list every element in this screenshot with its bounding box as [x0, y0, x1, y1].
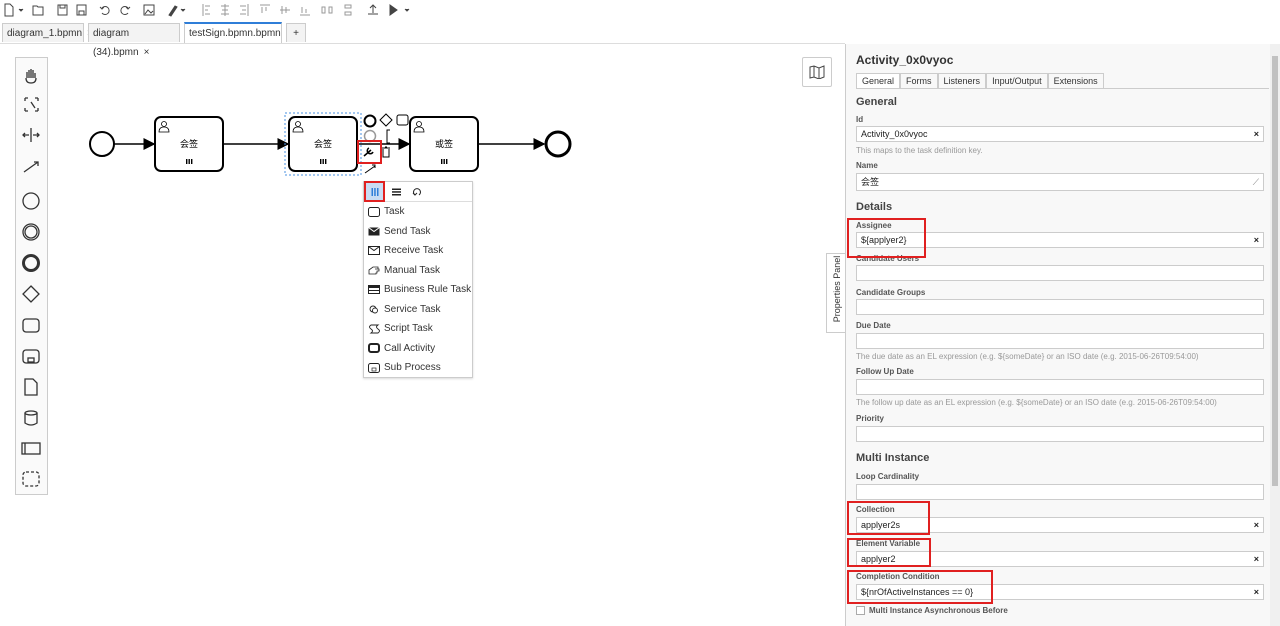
menu-item-business-rule-task[interactable]: Business Rule Task — [364, 280, 472, 300]
receive-task-icon — [364, 246, 384, 256]
menu-item-label: Receive Task — [384, 245, 444, 257]
due-date-label: Due Date — [856, 321, 891, 330]
loop-icon[interactable] — [408, 183, 426, 200]
delete-icon[interactable] — [382, 146, 390, 158]
menu-item-manual-task[interactable]: Manual Task — [364, 261, 472, 281]
menu-item-script-task[interactable]: Script Task — [364, 319, 472, 339]
loop-cardinality-label: Loop Cardinality — [856, 472, 920, 481]
candidate-users-input[interactable] — [856, 265, 1264, 281]
tab-input-output[interactable]: Input/Output — [986, 73, 1048, 89]
name-textarea[interactable]: 会签 ⟋ — [856, 173, 1264, 191]
section-details: Details — [856, 201, 893, 213]
async-before-label: Multi Instance Asynchronous Before — [869, 606, 1008, 615]
id-input[interactable]: Activity_0x0vyoc × — [856, 126, 1264, 142]
script-task-icon — [364, 324, 384, 334]
user-task[interactable]: 会签 — [154, 116, 224, 172]
append-gateway-icon[interactable] — [379, 113, 393, 127]
due-date-hint: The due date as an EL expression (e.g. $… — [856, 352, 1199, 361]
due-date-input[interactable] — [856, 333, 1264, 349]
clear-icon[interactable]: × — [1254, 127, 1259, 141]
candidate-groups-input[interactable] — [856, 299, 1264, 315]
highlight-box — [364, 181, 385, 202]
send-task-icon — [364, 226, 384, 236]
manual-task-icon — [364, 266, 384, 275]
follow-up-date-input[interactable] — [856, 379, 1264, 395]
connect-icon[interactable] — [364, 164, 376, 174]
id-label: Id — [856, 115, 864, 124]
async-before-option: Multi Instance Asynchronous Before — [856, 606, 1008, 615]
divider — [856, 88, 1269, 89]
menu-item-label: Call Activity — [384, 342, 436, 354]
candidate-groups-label: Candidate Groups — [856, 288, 926, 297]
append-intermediate-event-icon[interactable] — [363, 129, 377, 143]
parallel-marker-icon — [320, 159, 327, 164]
name-label: Name — [856, 161, 878, 170]
follow-up-date-label: Follow Up Date — [856, 367, 914, 376]
tab-general[interactable]: General — [856, 73, 901, 89]
loop-cardinality-input[interactable] — [856, 484, 1264, 500]
menu-item-label: Service Task — [384, 303, 441, 315]
parallel-marker-icon — [186, 159, 193, 164]
follow-up-date-hint: The follow up date as an EL expression (… — [856, 398, 1217, 407]
id-hint: This maps to the task definition key. — [856, 146, 983, 155]
section-multi-instance: Multi Instance — [856, 452, 930, 464]
menu-item-label: Task — [384, 206, 405, 218]
call-activity-icon — [364, 343, 384, 354]
user-task-selected[interactable]: 会签 — [284, 112, 362, 176]
tab-listeners[interactable]: Listeners — [937, 73, 987, 89]
replace-popup-menu: Task Send Task Receive Task Manual Task … — [363, 181, 473, 378]
change-type-icon[interactable] — [363, 147, 374, 157]
highlight-box — [847, 218, 926, 258]
end-event[interactable] — [544, 130, 572, 158]
highlight-box — [847, 538, 931, 567]
highlight-box — [847, 501, 930, 535]
menu-item-label: Script Task — [384, 323, 433, 335]
priority-input[interactable] — [856, 426, 1264, 442]
parallel-marker-icon — [441, 159, 448, 164]
append-task-icon[interactable] — [396, 114, 409, 126]
name-value: 会签 — [861, 177, 880, 187]
properties-panel-label: Properties Panel — [832, 255, 842, 323]
element-title: Activity_0x0vyoc — [856, 53, 954, 67]
section-general: General — [856, 96, 897, 108]
clear-icon[interactable]: × — [1254, 518, 1259, 532]
business-rule-task-icon — [364, 285, 384, 295]
task-label: 会签 — [180, 138, 198, 150]
start-event[interactable] — [89, 131, 115, 157]
service-task-icon — [364, 304, 384, 314]
task-icon — [364, 206, 384, 217]
menu-item-label: Sub Process — [384, 362, 441, 374]
menu-item-service-task[interactable]: Service Task — [364, 300, 472, 320]
priority-label: Priority — [856, 414, 885, 423]
sequential-multi-instance-icon[interactable] — [387, 183, 405, 200]
clear-icon[interactable]: × — [1254, 585, 1259, 599]
tab-forms[interactable]: Forms — [900, 73, 938, 89]
clear-icon[interactable]: × — [1254, 552, 1259, 566]
menu-item-sub-process[interactable]: Sub Process — [364, 358, 472, 378]
menu-item-label: Send Task — [384, 225, 431, 237]
user-task[interactable]: 或签 — [409, 116, 479, 172]
text-annotation-icon[interactable] — [386, 129, 390, 144]
scrollbar-thumb[interactable] — [1272, 56, 1278, 486]
panel-tabs: General Forms Listeners Input/Output Extensi… — [856, 73, 1104, 89]
sub-process-icon — [364, 362, 384, 373]
resize-handle-icon: ⟋ — [1252, 177, 1259, 187]
menu-item-label: Manual Task — [384, 264, 440, 276]
task-label: 或签 — [435, 138, 453, 150]
async-before-checkbox[interactable] — [856, 606, 865, 615]
menu-item-call-activity[interactable]: Call Activity — [364, 339, 472, 359]
menu-item-label: Business Rule Task — [384, 284, 472, 296]
clear-icon[interactable]: × — [1254, 233, 1259, 247]
menu-item-receive-task[interactable]: Receive Task — [364, 241, 472, 261]
highlight-box — [847, 570, 993, 604]
panel-scrollbar[interactable] — [1270, 44, 1280, 626]
id-value: Activity_0x0vyoc — [861, 129, 928, 139]
tab-extensions[interactable]: Extensions — [1047, 73, 1104, 89]
properties-panel-toggle[interactable]: Properties Panel — [826, 253, 846, 333]
task-label: 会签 — [314, 138, 332, 150]
append-end-event-icon[interactable] — [363, 114, 377, 128]
menu-item-task[interactable]: Task — [364, 202, 472, 222]
menu-item-send-task[interactable]: Send Task — [364, 222, 472, 242]
